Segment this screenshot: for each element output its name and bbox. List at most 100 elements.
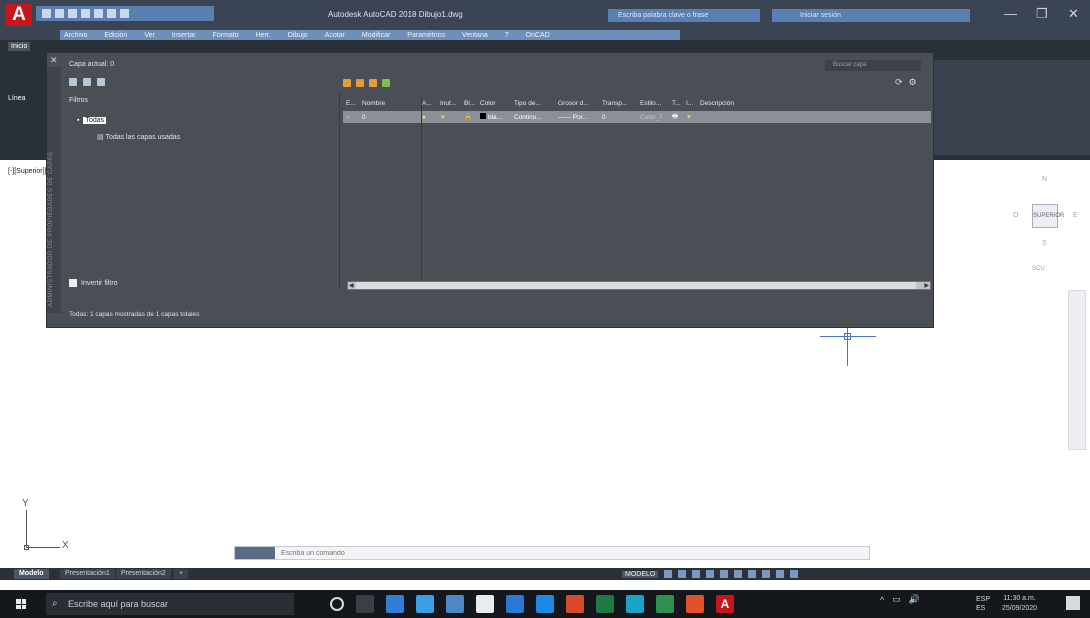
excel-icon[interactable] [596, 595, 614, 613]
command-line-buttons[interactable] [235, 547, 275, 559]
plot-icon[interactable] [94, 9, 103, 18]
filter-collapse-icon[interactable]: ▪ [77, 117, 79, 124]
add-layout-button[interactable]: + [174, 569, 189, 579]
col-lineweight[interactable]: Grosor d... [555, 100, 599, 107]
scrollbar-thumb[interactable] [356, 282, 916, 289]
cortana-icon[interactable] [330, 597, 344, 611]
task-view-icon[interactable] [356, 595, 374, 613]
menu-parametrico[interactable]: Paramétrico [407, 32, 445, 39]
menu-oncad[interactable]: OnCAD [526, 32, 550, 39]
layer-lock-icon[interactable]: 🔓 [461, 113, 477, 121]
notifications-icon[interactable] [1066, 596, 1080, 610]
redo-icon[interactable] [120, 9, 129, 18]
layer-freeze-icon[interactable]: ☀ [437, 113, 461, 121]
menu-acotar[interactable]: Acotar [325, 32, 345, 39]
powerpoint-icon[interactable] [566, 595, 584, 613]
col-freeze[interactable]: Inut... [437, 100, 461, 107]
tab-model[interactable]: Modelo [14, 569, 49, 579]
new-group-filter-icon[interactable] [83, 78, 91, 86]
delete-layer-icon[interactable] [369, 79, 377, 87]
command-input[interactable] [281, 547, 861, 559]
store-icon[interactable] [476, 595, 494, 613]
model-space-toggle[interactable]: MODELO [622, 570, 659, 578]
osnap-icon[interactable] [720, 570, 729, 578]
menu-ventana[interactable]: Ventana [462, 32, 488, 39]
viewcube-east[interactable]: E [1073, 212, 1078, 219]
save-as-icon[interactable] [81, 9, 90, 18]
invert-filter-box[interactable] [69, 279, 77, 287]
filter-used-layers[interactable]: ▤ Todas las capas usadas [97, 133, 180, 141]
minimize-button[interactable]: — [1004, 6, 1017, 21]
wcs-menu[interactable]: SCU [1032, 266, 1045, 272]
project-icon[interactable] [656, 595, 674, 613]
col-lock[interactable]: Bl... [461, 100, 477, 107]
navigation-bar[interactable] [1068, 290, 1086, 450]
layer-plot-style[interactable]: Color_7 [637, 114, 669, 121]
col-new-vp-freeze[interactable]: I... [683, 100, 697, 107]
layer-vp-freeze-icon[interactable]: ☀ [683, 113, 697, 121]
line-tool-button[interactable]: Línea [8, 95, 26, 102]
scroll-left-icon[interactable]: ◀ [349, 282, 354, 289]
office-icon[interactable] [686, 595, 704, 613]
menu-insertar[interactable]: Insertar [172, 32, 196, 39]
palette-close-icon[interactable]: ✕ [50, 55, 58, 66]
viewcube-north[interactable]: N [1042, 176, 1047, 183]
tab-layout1[interactable]: Presentación1 [60, 569, 115, 579]
search-layer-input[interactable]: Buscar capa [825, 60, 921, 71]
windows-start-icon[interactable] [16, 599, 26, 609]
customize-icon[interactable] [790, 570, 799, 578]
restore-button[interactable]: ❐ [1036, 6, 1048, 22]
taskbar-search-box[interactable]: ⌕ Escribe aquí para buscar [46, 593, 294, 615]
menu-archivo[interactable]: Archivo [64, 32, 87, 39]
tray-chevron-icon[interactable]: ^ [880, 595, 884, 605]
menu-dibujo[interactable]: Dibujo [288, 32, 308, 39]
new-layer-icon[interactable] [343, 79, 351, 87]
autocad-taskbar-icon[interactable]: A [716, 595, 734, 613]
viewcube-face[interactable]: SUPERIOR [1032, 204, 1064, 228]
filter-used-label[interactable]: Todas las capas usadas [105, 134, 180, 141]
grid-icon[interactable] [664, 570, 673, 578]
lineweight-icon[interactable] [748, 570, 757, 578]
help-search-input[interactable]: Escriba palabra clave o frase [608, 9, 760, 22]
layer-linetype[interactable]: Continu... [511, 114, 555, 121]
clock[interactable]: 11:30 a.m. 25/09/2020 [1002, 594, 1037, 614]
set-current-icon[interactable] [382, 79, 390, 87]
invert-filter-checkbox[interactable]: Invertir filtro [69, 279, 118, 287]
ortho-icon[interactable] [692, 570, 701, 578]
save-icon[interactable] [68, 9, 77, 18]
close-button[interactable]: ✕ [1068, 6, 1079, 22]
dropbox-icon[interactable] [386, 595, 404, 613]
col-plot[interactable]: T... [669, 100, 683, 107]
workspace-icon[interactable] [776, 570, 785, 578]
open-file-icon[interactable] [55, 9, 64, 18]
layer-transparency[interactable]: 0 [599, 114, 637, 121]
language-indicator[interactable]: ESP ES [976, 595, 990, 613]
new-property-filter-icon[interactable] [69, 78, 77, 86]
settings-icon[interactable]: ⚙ [909, 77, 917, 88]
layer-row[interactable]: ✓ 0 ● ☀ 🔓 bla... Continu... —— Por... 0 … [343, 111, 931, 123]
otrack-icon[interactable] [734, 570, 743, 578]
undo-icon[interactable] [107, 9, 116, 18]
autocad-logo-icon[interactable]: A [6, 4, 32, 26]
col-name[interactable]: Nombre [359, 100, 419, 107]
palette-title-strip[interactable]: ADMINISTRADOR DE PROPIEDADES DE CAPAS [47, 67, 61, 313]
menu-modificar[interactable]: Modificar [362, 32, 390, 39]
polar-icon[interactable] [706, 570, 715, 578]
viewcube[interactable]: N O SUPERIOR E S SCU [1010, 168, 1080, 272]
refresh-icon[interactable]: ⟳ [895, 77, 903, 88]
ribbon-tab-inicio[interactable]: Inicio [8, 42, 31, 51]
horizontal-scrollbar[interactable]: ◀ ▶ [347, 281, 931, 290]
viewcube-south[interactable]: S [1042, 240, 1047, 247]
new-layer-vp-frozen-icon[interactable] [356, 79, 364, 87]
snap-icon[interactable] [678, 570, 687, 578]
pane-splitter[interactable] [339, 93, 340, 289]
stripe-icon[interactable] [536, 595, 554, 613]
menu-formato[interactable]: Formato [213, 32, 239, 39]
viewcube-west[interactable]: O [1013, 212, 1018, 219]
annotation-scale-icon[interactable] [762, 570, 771, 578]
col-color[interactable]: Color [477, 100, 511, 107]
edge-icon[interactable] [626, 595, 644, 613]
layer-name[interactable]: 0 [359, 114, 419, 121]
col-status[interactable]: E... [343, 100, 359, 107]
volume-icon[interactable]: 🔊 [909, 594, 920, 605]
